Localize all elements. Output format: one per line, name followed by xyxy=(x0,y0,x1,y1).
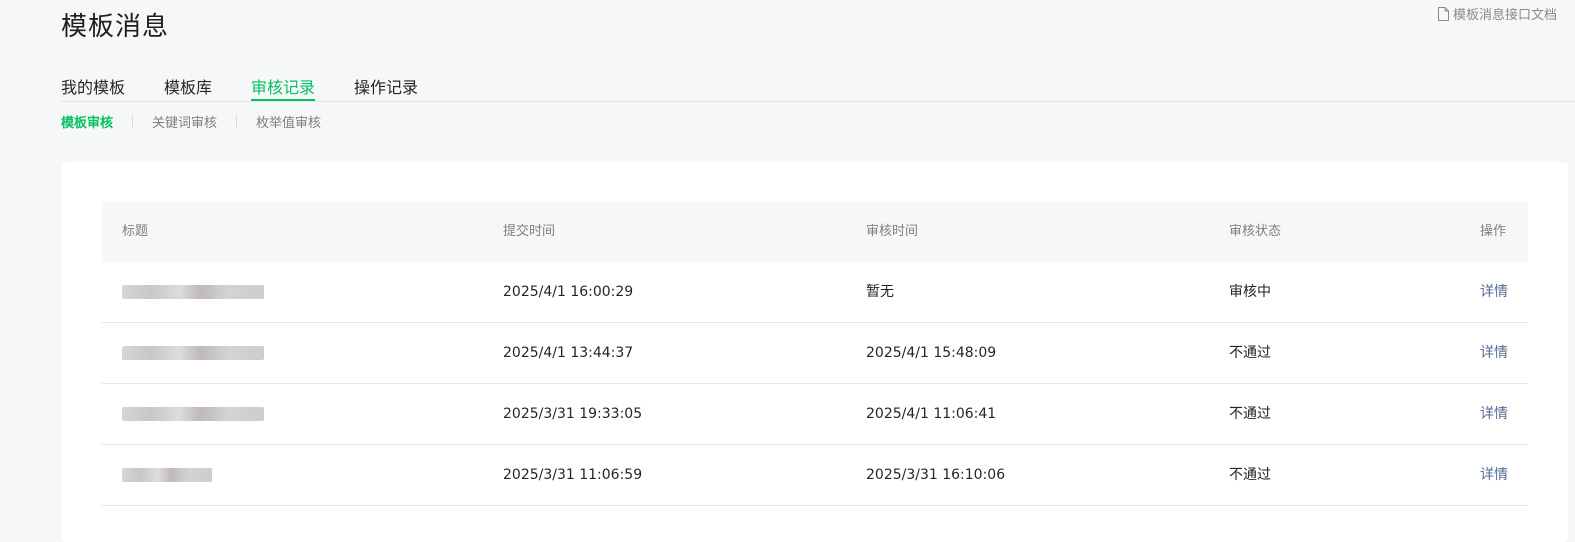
review-time: 2025/4/1 15:48:09 xyxy=(866,345,997,361)
redacted-block xyxy=(122,285,264,299)
title-redacted xyxy=(122,262,264,322)
tabs-divider xyxy=(61,101,1575,102)
table-header: 标题 提交时间 审核时间 审核状态 操作 xyxy=(102,202,1528,262)
document-icon xyxy=(1438,6,1449,21)
detail-link[interactable]: 详情 xyxy=(1480,384,1508,444)
tab-operation-records[interactable]: 操作记录 xyxy=(354,74,418,101)
table-row: 2025/4/1 16:00:29 暂无 审核中 详情 xyxy=(102,262,1528,323)
review-time: 2025/4/1 11:06:41 xyxy=(866,406,997,422)
detail-link[interactable]: 详情 xyxy=(1480,445,1508,505)
review-status: 不通过 xyxy=(1229,345,1271,361)
submit-time: 2025/3/31 11:06:59 xyxy=(503,467,643,483)
main-tabs: 我的模板 模板库 审核记录 操作记录 xyxy=(61,74,457,101)
subtab-template-review[interactable]: 模板审核 xyxy=(61,112,113,131)
table-row: 2025/3/31 19:33:05 2025/4/1 11:06:41 不通过… xyxy=(102,384,1528,445)
tab-my-templates[interactable]: 我的模板 xyxy=(61,74,125,101)
review-status: 审核中 xyxy=(1229,284,1271,300)
header-action: 操作 xyxy=(1480,224,1507,239)
doc-link[interactable]: 模板消息接口文档 xyxy=(1438,4,1557,23)
subtab-keyword-review[interactable]: 关键词审核 xyxy=(152,112,217,131)
subtab-enum-review[interactable]: 枚举值审核 xyxy=(256,112,321,131)
header-submit-time: 提交时间 xyxy=(503,224,556,239)
review-table: 标题 提交时间 审核时间 审核状态 操作 2025/4/1 16:00:29 暂… xyxy=(102,202,1528,506)
sub-tabs: 模板审核 关键词审核 枚举值审核 xyxy=(61,112,321,131)
review-status: 不通过 xyxy=(1229,406,1271,422)
tab-template-library[interactable]: 模板库 xyxy=(164,74,212,101)
detail-link[interactable]: 详情 xyxy=(1480,262,1508,322)
redacted-block xyxy=(122,468,212,482)
title-redacted xyxy=(122,323,264,383)
review-time: 暂无 xyxy=(866,284,894,300)
redacted-block xyxy=(122,346,264,360)
subtab-divider xyxy=(132,115,134,128)
header-status: 审核状态 xyxy=(1229,224,1282,239)
table-row: 2025/4/1 13:44:37 2025/4/1 15:48:09 不通过 … xyxy=(102,323,1528,384)
submit-time: 2025/3/31 19:33:05 xyxy=(503,406,643,422)
subtab-divider xyxy=(236,115,238,128)
header-review-time: 审核时间 xyxy=(866,224,919,239)
doc-link-label: 模板消息接口文档 xyxy=(1453,8,1558,23)
detail-link[interactable]: 详情 xyxy=(1480,323,1508,383)
page-title: 模板消息 xyxy=(61,12,170,42)
redacted-block xyxy=(122,407,264,421)
tab-review-records[interactable]: 审核记录 xyxy=(251,74,316,101)
header-title: 标题 xyxy=(122,224,149,239)
title-redacted xyxy=(122,384,264,444)
review-time: 2025/3/31 16:10:06 xyxy=(866,467,1006,483)
review-status: 不通过 xyxy=(1229,467,1271,483)
submit-time: 2025/4/1 13:44:37 xyxy=(503,345,634,361)
table-row: 2025/3/31 11:06:59 2025/3/31 16:10:06 不通… xyxy=(102,445,1528,506)
title-redacted xyxy=(122,445,212,505)
submit-time: 2025/4/1 16:00:29 xyxy=(503,284,634,300)
content-card: 标题 提交时间 审核时间 审核状态 操作 2025/4/1 16:00:29 暂… xyxy=(62,162,1568,542)
